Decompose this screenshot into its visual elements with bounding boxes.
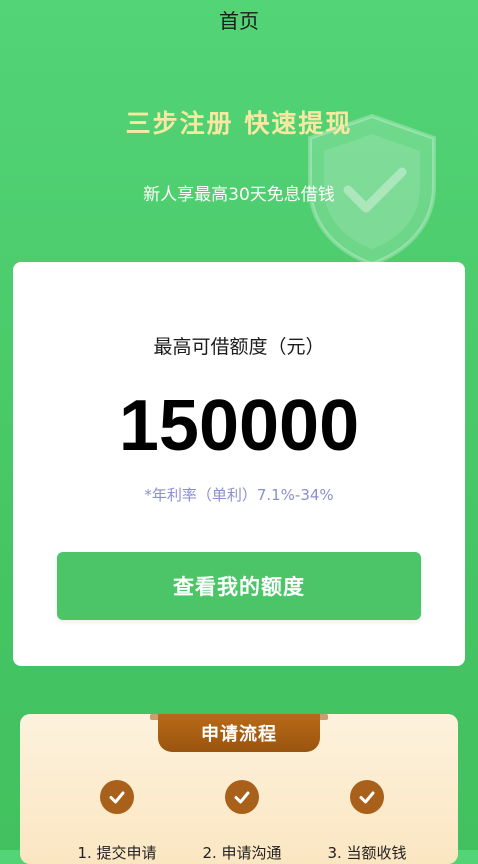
credit-limit-amount: 150000 — [118, 386, 360, 466]
check-circle-icon — [225, 780, 259, 814]
hero-subtitle: 新人享最高30天免息借钱 — [143, 185, 335, 205]
step-label: 3. 当额收钱 — [327, 844, 407, 862]
step-label: 2. 申请沟通 — [202, 844, 282, 862]
loan-card: 最高可借额度（元） 150000 *年利率（单利）7.1%-34% 查看我的额度 — [13, 262, 465, 666]
interest-rate-note: *年利率（单利）7.1%-34% — [144, 486, 334, 504]
view-my-limit-button[interactable]: 查看我的额度 — [57, 552, 421, 620]
hero-title: 三步注册 快速提现 — [125, 109, 353, 138]
check-circle-icon — [350, 780, 384, 814]
application-process-panel: 申请流程 1. 提交申请 2. 申请沟通 3. 当额收钱 — [20, 714, 458, 864]
credit-limit-label: 最高可借额度（元） — [153, 336, 325, 358]
process-title: 申请流程 — [158, 714, 320, 752]
step-label: 1. 提交申请 — [77, 844, 157, 862]
page-title: 首页 — [219, 9, 259, 33]
check-circle-icon — [100, 780, 134, 814]
